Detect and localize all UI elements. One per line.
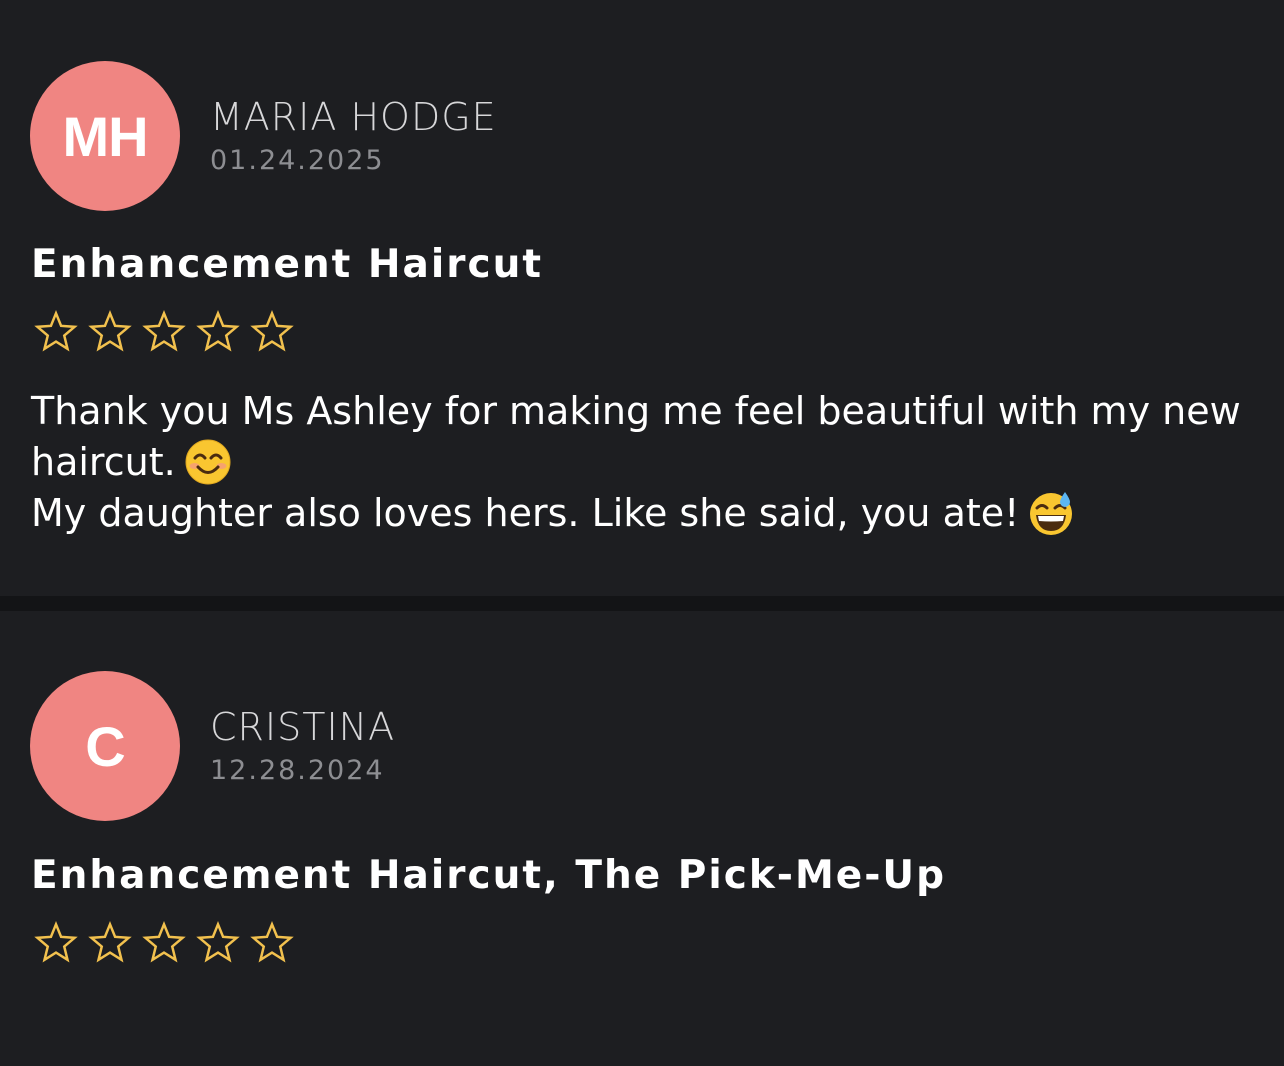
star-outline-icon (87, 920, 133, 966)
star-outline-icon (87, 309, 133, 355)
star-outline-icon (33, 309, 79, 355)
review-date: 01.24.2025 (210, 145, 385, 176)
review-card: C CRISTINA 12.28.2024 Enhancement Haircu… (0, 611, 1284, 1066)
review-text-line: haircut. (31, 440, 176, 484)
service-title: Enhancement Haircut, The Pick-Me-Up (31, 853, 946, 898)
star-outline-icon (141, 309, 187, 355)
star-rating (33, 920, 295, 966)
star-outline-icon (195, 920, 241, 966)
smiling-face-icon (184, 438, 232, 486)
grinning-sweat-face-icon (1027, 489, 1075, 537)
star-outline-icon (249, 309, 295, 355)
avatar: MH (30, 61, 180, 211)
avatar-initials: MH (62, 104, 148, 168)
card-divider (0, 596, 1284, 611)
star-rating (33, 309, 295, 355)
review-text-line: My daughter also loves hers. Like she sa… (31, 491, 1020, 535)
review-text: Thank you Ms Ashley for making me feel b… (31, 386, 1261, 539)
reviewer-name: CRISTINA (210, 705, 396, 749)
star-outline-icon (33, 920, 79, 966)
star-outline-icon (195, 309, 241, 355)
avatar-initials: C (85, 714, 125, 778)
star-outline-icon (249, 920, 295, 966)
review-text-line-with-emoji: My daughter also loves hers. Like she sa… (31, 488, 1261, 539)
service-title: Enhancement Haircut (31, 242, 543, 287)
review-text-line-with-emoji: haircut. (31, 437, 1261, 488)
review-text-line: Thank you Ms Ashley for making me feel b… (31, 389, 1241, 433)
review-card: MH MARIA HODGE 01.24.2025 Enhancement Ha… (0, 0, 1284, 596)
star-outline-icon (141, 920, 187, 966)
avatar: C (30, 671, 180, 821)
reviewer-name: MARIA HODGE (210, 95, 497, 139)
review-date: 12.28.2024 (210, 755, 385, 786)
